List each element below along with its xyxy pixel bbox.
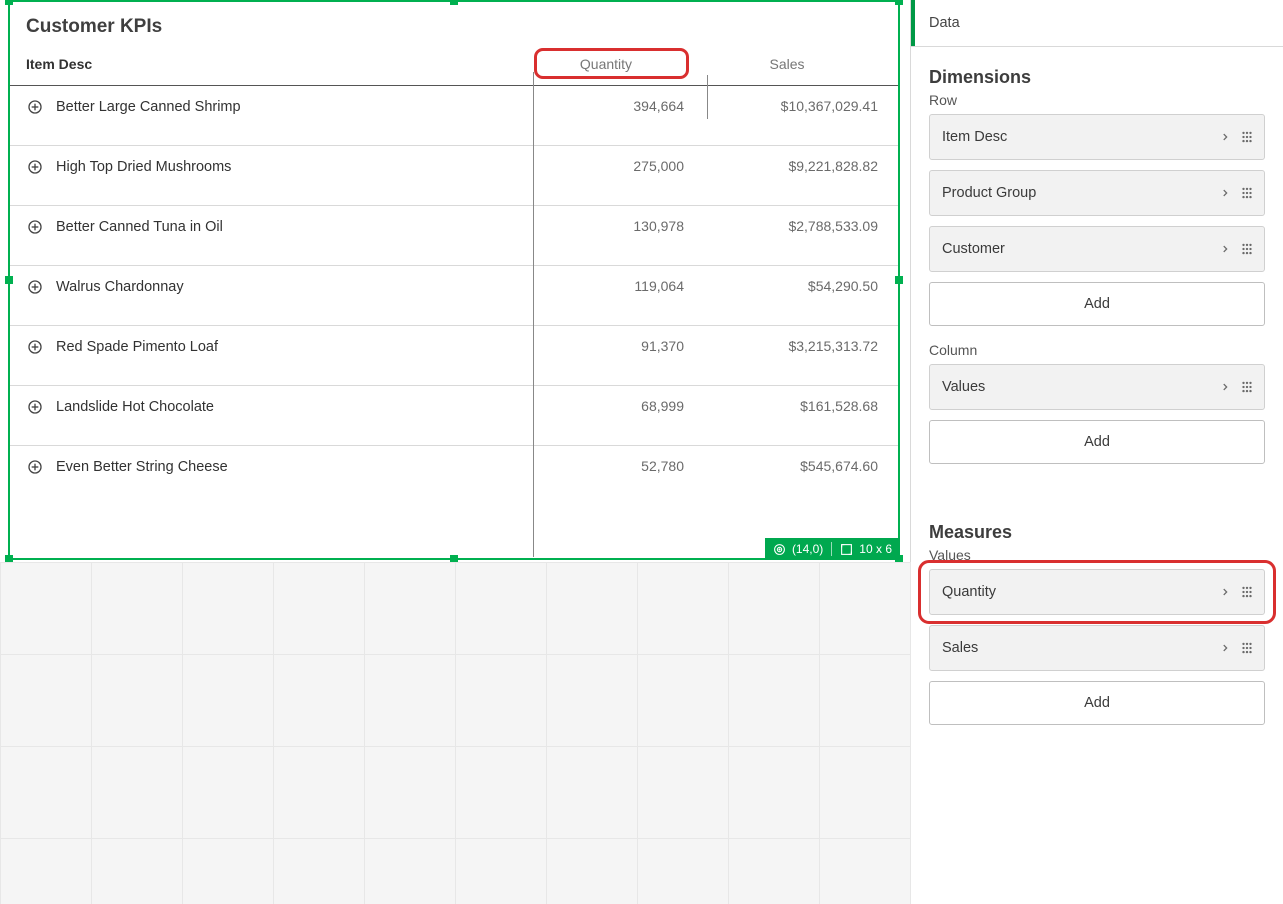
size-text: 10 x 6 <box>859 542 892 556</box>
cell-sales: $2,788,533.09 <box>692 218 882 234</box>
cell-sales: $10,367,029.41 <box>692 98 882 114</box>
field-pill-values[interactable]: Values <box>929 364 1265 410</box>
resize-handle-mr[interactable] <box>895 276 903 284</box>
position-text: (14,0) <box>792 542 823 556</box>
object-position-badge: (14,0) 10 x 6 <box>765 538 900 560</box>
expand-icon[interactable] <box>26 278 44 296</box>
chevron-right-icon <box>1220 243 1230 255</box>
cell-item-desc-text: Red Spade Pimento Loaf <box>56 339 218 355</box>
field-pill-label: Item Desc <box>942 129 1007 145</box>
cell-item-desc-text: Landslide Hot Chocolate <box>56 399 214 415</box>
chevron-right-icon <box>1220 187 1230 199</box>
table-row[interactable]: Better Large Canned Shrimp 394,664$10,367… <box>10 86 898 146</box>
table-row[interactable]: Walrus Chardonnay 119,064$54,290.50 <box>10 266 898 326</box>
cell-quantity: 275,000 <box>520 158 692 174</box>
drag-handle-icon[interactable] <box>1240 186 1254 200</box>
col-header-item-desc[interactable]: Item Desc <box>26 56 520 72</box>
drag-handle-icon[interactable] <box>1240 242 1254 256</box>
values-subhead: Values <box>929 547 1265 563</box>
chevron-right-icon <box>1220 131 1230 143</box>
size-icon <box>840 543 853 556</box>
cell-quantity: 68,999 <box>520 398 692 414</box>
cell-sales: $54,290.50 <box>692 278 882 294</box>
chevron-right-icon <box>1220 381 1230 393</box>
table-header-row: Item Desc Quantity Sales <box>10 42 898 86</box>
chevron-right-icon <box>1220 642 1230 654</box>
resize-handle-tm[interactable] <box>450 0 458 5</box>
cell-sales: $9,221,828.82 <box>692 158 882 174</box>
resize-handle-ml[interactable] <box>5 276 13 284</box>
cell-quantity: 394,664 <box>520 98 692 114</box>
cell-quantity: 130,978 <box>520 218 692 234</box>
expand-icon[interactable] <box>26 398 44 416</box>
tab-data[interactable]: Data <box>911 0 974 46</box>
col-header-sales[interactable]: Sales <box>692 56 882 72</box>
cell-item-desc[interactable]: Landslide Hot Chocolate <box>26 398 520 416</box>
drag-handle-icon[interactable] <box>1240 641 1254 655</box>
field-pill-label: Customer <box>942 241 1005 257</box>
add-column-dimension-button[interactable]: Add <box>929 420 1265 464</box>
section-dimensions: Dimensions <box>929 67 1265 88</box>
cell-item-desc[interactable]: High Top Dried Mushrooms <box>26 158 520 176</box>
properties-panel: Data Dimensions Row Item Desc Product Gro… <box>910 0 1283 904</box>
column-divider <box>533 72 534 557</box>
cell-item-desc-text: Better Canned Tuna in Oil <box>56 219 223 235</box>
sheet-canvas[interactable]: Customer KPIs Item Desc Quantity Sales B… <box>0 0 910 904</box>
drag-handle-icon[interactable] <box>1240 380 1254 394</box>
cell-quantity: 91,370 <box>520 338 692 354</box>
table-row[interactable]: Red Spade Pimento Loaf 91,370$3,215,313.7… <box>10 326 898 386</box>
expand-icon[interactable] <box>26 218 44 236</box>
resize-handle-tl[interactable] <box>5 0 13 5</box>
drag-handle-icon[interactable] <box>1240 585 1254 599</box>
pivot-table: Item Desc Quantity Sales Better Large Ca… <box>10 42 898 506</box>
table-row[interactable]: Even Better String Cheese 52,780$545,674.… <box>10 446 898 506</box>
table-row[interactable]: Landslide Hot Chocolate 68,999$161,528.68 <box>10 386 898 446</box>
section-measures: Measures <box>929 522 1265 543</box>
field-pill-label: Product Group <box>942 185 1036 201</box>
cell-item-desc[interactable]: Walrus Chardonnay <box>26 278 520 296</box>
drag-handle-icon[interactable] <box>1240 130 1254 144</box>
table-row[interactable]: Better Canned Tuna in Oil 130,978$2,788,5… <box>10 206 898 266</box>
object-title: Customer KPIs <box>10 2 898 42</box>
cell-sales: $545,674.60 <box>692 458 882 474</box>
chevron-right-icon <box>1220 586 1230 598</box>
panel-tabs: Data <box>911 0 1283 47</box>
cell-item-desc-text: Better Large Canned Shrimp <box>56 99 241 115</box>
expand-icon[interactable] <box>26 458 44 476</box>
cell-item-desc-text: High Top Dried Mushrooms <box>56 159 231 175</box>
field-pill-product-group[interactable]: Product Group <box>929 170 1265 216</box>
field-pill-quantity[interactable]: Quantity <box>929 569 1265 615</box>
field-pill-label: Quantity <box>942 584 996 600</box>
field-pill-sales[interactable]: Sales <box>929 625 1265 671</box>
col-header-quantity[interactable]: Quantity <box>520 56 692 72</box>
field-pill-customer[interactable]: Customer <box>929 226 1265 272</box>
field-pill-label: Values <box>942 379 985 395</box>
cell-sales: $3,215,313.72 <box>692 338 882 354</box>
table-row[interactable]: High Top Dried Mushrooms 275,000$9,221,82… <box>10 146 898 206</box>
cell-item-desc[interactable]: Better Large Canned Shrimp <box>26 98 520 116</box>
cell-quantity: 119,064 <box>520 278 692 294</box>
cell-item-desc[interactable]: Even Better String Cheese <box>26 458 520 476</box>
pivot-object-selected[interactable]: Customer KPIs Item Desc Quantity Sales B… <box>8 0 900 560</box>
cell-item-desc-text: Even Better String Cheese <box>56 459 228 475</box>
column-subhead: Column <box>929 342 1265 358</box>
row-subhead: Row <box>929 92 1265 108</box>
cell-item-desc[interactable]: Red Spade Pimento Loaf <box>26 338 520 356</box>
cell-sales: $161,528.68 <box>692 398 882 414</box>
column-divider <box>707 75 708 119</box>
cell-item-desc[interactable]: Better Canned Tuna in Oil <box>26 218 520 236</box>
target-icon <box>773 543 786 556</box>
add-row-dimension-button[interactable]: Add <box>929 282 1265 326</box>
cell-item-desc-text: Walrus Chardonnay <box>56 279 184 295</box>
expand-icon[interactable] <box>26 158 44 176</box>
add-measure-button[interactable]: Add <box>929 681 1265 725</box>
field-pill-item-desc[interactable]: Item Desc <box>929 114 1265 160</box>
sheet-grid-bg[interactable] <box>0 562 910 904</box>
expand-icon[interactable] <box>26 98 44 116</box>
col-header-quantity-label: Quantity <box>580 56 632 72</box>
expand-icon[interactable] <box>26 338 44 356</box>
cell-quantity: 52,780 <box>520 458 692 474</box>
resize-handle-tr[interactable] <box>895 0 903 5</box>
field-pill-label: Sales <box>942 640 978 656</box>
